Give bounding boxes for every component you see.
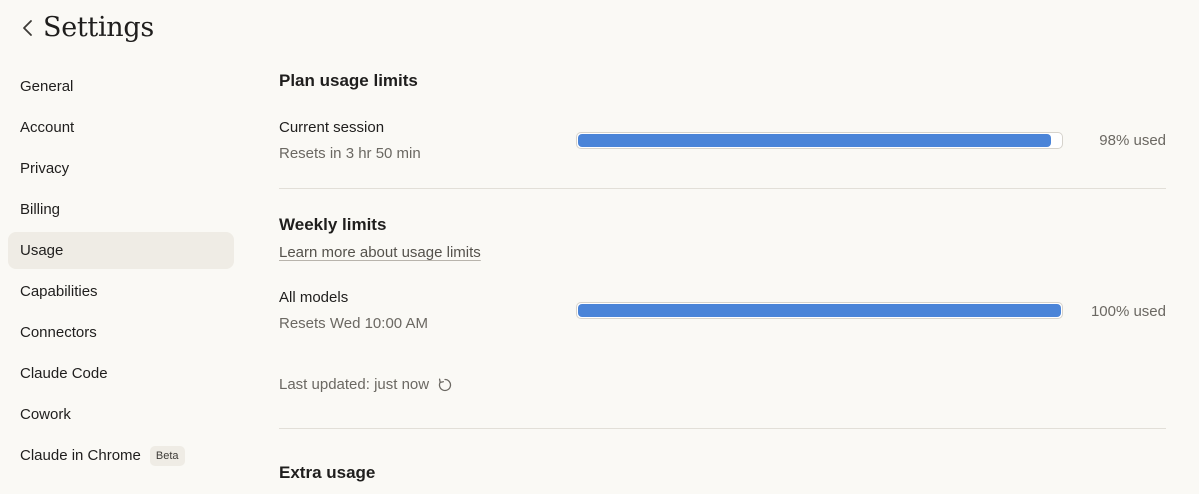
sidebar-item-label: Capabilities xyxy=(20,283,98,300)
all-models-progress-bar xyxy=(576,302,1063,319)
all-models-percent: 100% used xyxy=(1090,303,1166,320)
last-updated-row: Last updated: just now xyxy=(279,376,453,393)
sidebar-item-label: Usage xyxy=(20,242,64,259)
learn-more-link[interactable]: Learn more about usage limits xyxy=(279,244,481,261)
sidebar-item-cowork[interactable]: Cowork xyxy=(8,396,234,433)
sidebar-nav: General Account Privacy Billing Usage Ca… xyxy=(8,68,234,478)
current-session-progress-fill xyxy=(578,134,1052,147)
current-session-percent: 98% used xyxy=(1099,132,1166,149)
sidebar-item-label: Account xyxy=(20,119,75,136)
divider xyxy=(279,188,1166,189)
all-models-reset: Resets Wed 10:00 AM xyxy=(279,315,428,332)
sidebar-item-label: Claude in Chrome xyxy=(20,447,141,464)
page-title: Settings xyxy=(43,12,154,43)
chevron-left-icon xyxy=(23,20,32,36)
sidebar-item-capabilities[interactable]: Capabilities xyxy=(8,273,234,310)
sidebar-item-privacy[interactable]: Privacy xyxy=(8,150,234,187)
last-updated-text: Last updated: just now xyxy=(279,376,430,393)
sidebar-item-label: Claude Code xyxy=(20,365,108,382)
sidebar-item-claude-in-chrome[interactable]: Claude in Chrome Beta xyxy=(8,437,234,474)
sidebar-item-billing[interactable]: Billing xyxy=(8,191,234,228)
refresh-button[interactable] xyxy=(437,377,453,393)
sidebar-item-usage[interactable]: Usage xyxy=(8,232,234,269)
sidebar-item-claude-code[interactable]: Claude Code xyxy=(8,355,234,392)
current-session-progress-bar xyxy=(576,132,1063,149)
extra-usage-title: Extra usage xyxy=(279,463,376,482)
sidebar-item-general[interactable]: General xyxy=(8,68,234,105)
sidebar-item-account[interactable]: Account xyxy=(8,109,234,146)
all-models-progress-fill xyxy=(578,304,1061,317)
sidebar-item-label: Connectors xyxy=(20,324,97,341)
beta-badge: Beta xyxy=(149,445,185,466)
refresh-icon xyxy=(439,378,452,391)
sidebar-item-label: Cowork xyxy=(20,406,71,423)
sidebar-item-label: General xyxy=(20,78,74,95)
plan-usage-title: Plan usage limits xyxy=(279,71,418,90)
current-session-label: Current session xyxy=(279,119,385,136)
sidebar-item-label: Privacy xyxy=(20,160,70,177)
back-button[interactable] xyxy=(18,14,40,42)
current-session-reset: Resets in 3 hr 50 min xyxy=(279,145,421,162)
usage-panel: Plan usage limits Current session Resets… xyxy=(279,0,1166,494)
divider xyxy=(279,428,1166,429)
all-models-label: All models xyxy=(279,289,349,306)
weekly-limits-title: Weekly limits xyxy=(279,215,387,234)
sidebar-item-connectors[interactable]: Connectors xyxy=(8,314,234,351)
sidebar-item-label: Billing xyxy=(20,201,61,218)
